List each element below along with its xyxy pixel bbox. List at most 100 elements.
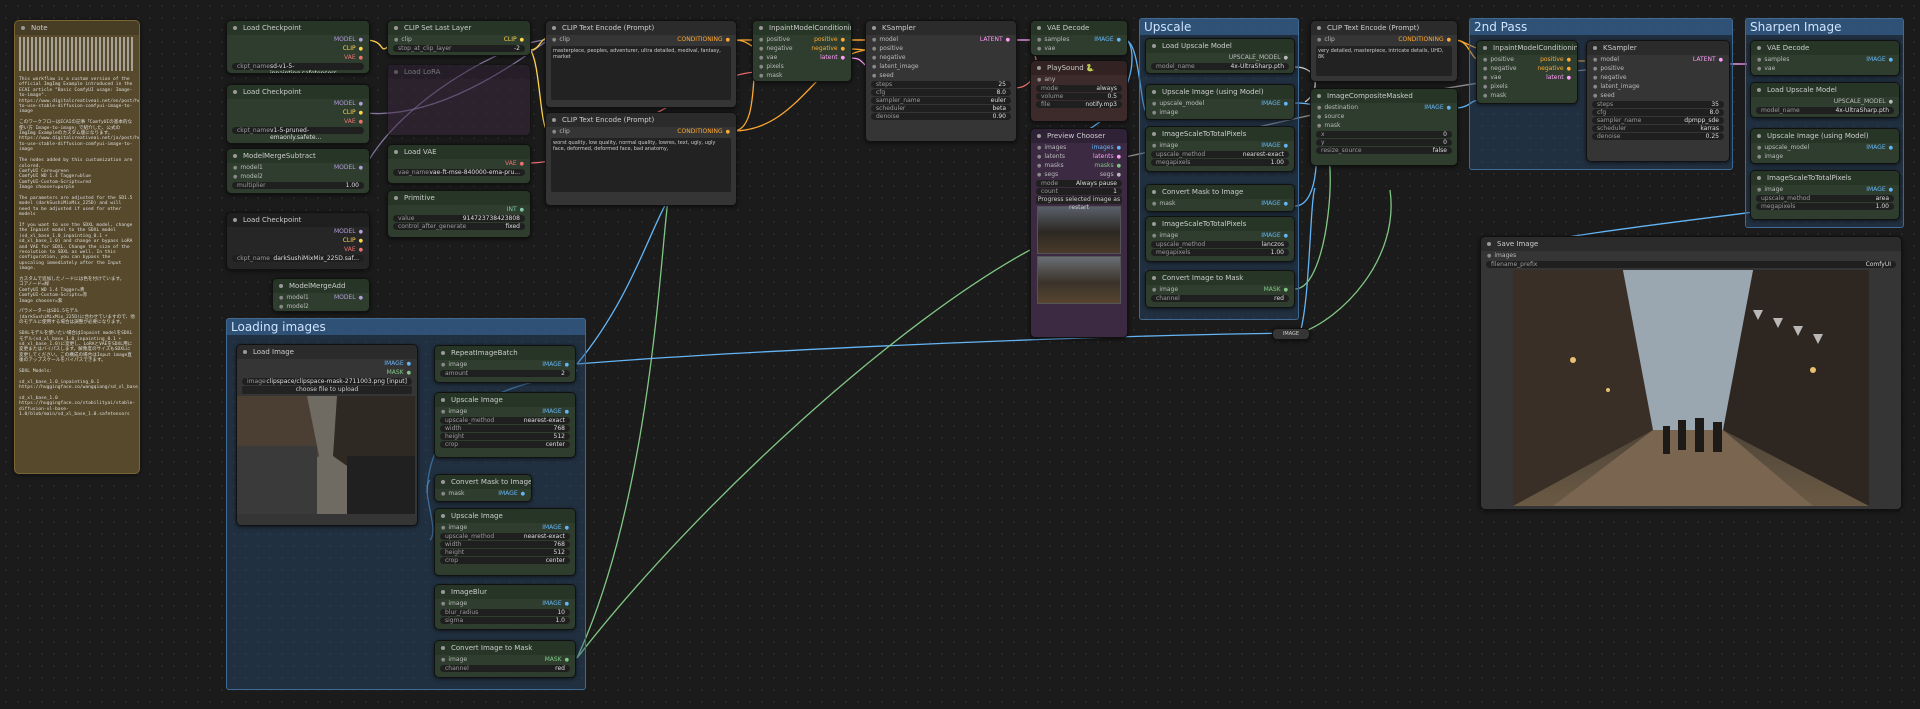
mask-input[interactable]: mask (1483, 91, 1506, 100)
ckpt-name-widget[interactable]: ckpt_name darkSushiMixMix_225D.saf... (232, 255, 364, 262)
preview-chooser-node[interactable]: Preview Chooser images images latents late… (1030, 128, 1128, 338)
load-checkpoint-3-node[interactable]: Load Checkpoint MODEL CLIP VAE ckpt_name… (226, 212, 370, 270)
image-output[interactable]: IMAGE (1261, 99, 1288, 108)
ksampler-2-node[interactable]: KSampler model LATENT positive negative l… (1586, 40, 1730, 162)
value-widget[interactable]: value 914723738423808 (393, 215, 525, 222)
input-image-preview[interactable] (237, 396, 415, 514)
mask-input[interactable]: mask (441, 489, 464, 498)
chooser-mode-widget[interactable]: mode Always pause (1036, 180, 1122, 187)
latent-image-input[interactable]: latent_image (872, 62, 918, 71)
negative-output[interactable]: negative (1537, 64, 1571, 73)
masks-output[interactable]: masks (1094, 161, 1121, 170)
image-input[interactable]: image (1757, 152, 1783, 161)
load-checkpoint-2-node[interactable]: Load Checkpoint MODEL CLIP VAE ckpt_name… (226, 84, 370, 144)
height-widget[interactable]: height 512 (440, 549, 570, 556)
positive-input[interactable]: positive (759, 35, 790, 44)
image-output[interactable]: IMAGE (1261, 141, 1288, 150)
denoise-widget[interactable]: denoise 0.90 (871, 113, 1011, 120)
segs-input[interactable]: segs (1037, 170, 1058, 179)
clip-output[interactable]: CLIP (343, 108, 363, 117)
upscale-image-1-node[interactable]: Upscale Image image IMAGE upscale_methodn… (434, 392, 576, 458)
upscale-model-output[interactable]: UPSCALE_MODEL (1229, 53, 1288, 62)
vae-input[interactable]: vae (1757, 64, 1775, 73)
upscale-method-widget[interactable]: upscale_method nearest-exact (1151, 151, 1289, 158)
megapixels-widget[interactable]: megapixels 1.00 (1151, 249, 1289, 256)
images-output[interactable]: images (1092, 143, 1121, 152)
image-scale-to-total-pixels-3-node[interactable]: ImageScaleToTotalPixels image IMAGE upsca… (1750, 170, 1900, 220)
vae-output[interactable]: VAE (344, 117, 363, 126)
reroute-node[interactable]: IMAGE (1272, 328, 1310, 340)
model-output[interactable]: MODEL (334, 99, 363, 108)
playsound-node[interactable]: PlaySound 🐍 any modealways volume0.5 fil… (1030, 60, 1128, 122)
image-output[interactable]: IMAGE (542, 599, 569, 608)
vae-decode-1-node[interactable]: VAE Decode samples IMAGE vae (1030, 20, 1128, 56)
image-input[interactable]: image (441, 523, 467, 532)
image-input[interactable]: image (1152, 285, 1178, 294)
upscale-method-widget[interactable]: upscale_method area (1756, 195, 1894, 202)
progress-selected-button[interactable]: Progress selected image as restart (1036, 196, 1122, 211)
image-blur-node[interactable]: ImageBlur image IMAGE blur_radius10 sigma… (434, 584, 576, 630)
model-output[interactable]: MODEL (334, 35, 363, 44)
latent-output[interactable]: LATENT (1693, 55, 1723, 64)
vae-name-widget[interactable]: vae_name vae-ft-mse-840000-ema-pru... (393, 169, 525, 176)
vae-output[interactable]: VAE (505, 159, 524, 168)
ckpt-name-widget[interactable]: ckpt_name sd-v1-5-inpainting.safetensors (232, 63, 364, 73)
vae-decode-2-node[interactable]: VAE Decode samples IMAGE vae (1750, 40, 1900, 76)
clip-output[interactable]: CLIP (343, 236, 363, 245)
clip-output[interactable]: CLIP (504, 35, 524, 44)
channel-widget[interactable]: channel red (440, 665, 570, 672)
crop-widget[interactable]: crop center (440, 441, 570, 448)
mask-input[interactable]: mask (759, 71, 782, 80)
conditioning-output[interactable]: CONDITIONING (677, 127, 730, 136)
image-output[interactable]: IMAGE (542, 407, 569, 416)
resize-source-widget[interactable]: resize_source false (1316, 147, 1452, 154)
negative-prompt-textarea[interactable]: worst quality, low quality, normal quali… (551, 138, 731, 192)
mask-input[interactable]: mask (1317, 121, 1340, 130)
channel-widget[interactable]: channel red (1151, 295, 1289, 302)
file-widget[interactable]: file notify.mp3 (1036, 101, 1122, 108)
repeat-image-batch-node[interactable]: RepeatImageBatch image IMAGE amount2 (434, 345, 576, 383)
inpaint-model-conditioning-1-node[interactable]: InpaintModelConditioning positive positiv… (752, 20, 852, 82)
scheduler-widget[interactable]: scheduler karras (1592, 125, 1724, 132)
model-output[interactable]: MODEL (334, 227, 363, 236)
positive-input[interactable]: positive (1483, 55, 1514, 64)
latents-input[interactable]: latents (1037, 152, 1065, 161)
width-widget[interactable]: width 768 (440, 541, 570, 548)
upscale-image-using-model-node[interactable]: Upscale Image (using Model) upscale_mode… (1145, 84, 1295, 120)
image-input[interactable]: image (441, 599, 467, 608)
convert-image-to-mask-1-node[interactable]: Convert Image to Mask image MASK channelr… (1145, 270, 1295, 308)
image-input[interactable]: image (1152, 108, 1178, 117)
upscale-method-widget[interactable]: upscale_method nearest-exact (440, 533, 570, 540)
latent-output[interactable]: latent (820, 53, 845, 62)
vae-output[interactable]: VAE (344, 245, 363, 254)
samples-input[interactable]: samples (1037, 35, 1069, 44)
segs-output[interactable]: segs (1100, 170, 1121, 179)
seed-input[interactable]: seed (1593, 91, 1614, 100)
positive-input[interactable]: positive (872, 44, 903, 53)
upscale-method-widget[interactable]: upscale_method lanczos (1151, 241, 1289, 248)
image-input[interactable]: image (441, 407, 467, 416)
model-merge-add-node[interactable]: ModelMergeAdd model1 MODEL model2 (272, 278, 370, 312)
mask-output[interactable]: MASK (545, 655, 569, 664)
images-input[interactable]: images (1487, 251, 1516, 260)
vae-input[interactable]: vae (759, 53, 777, 62)
save-image-node[interactable]: Save Image images filename_prefixComfyUI (1480, 236, 1902, 510)
blur-radius-widget[interactable]: blur_radius 10 (440, 609, 570, 616)
load-vae-node[interactable]: Load VAE VAE vae_namevae-ft-mse-840000-e… (387, 144, 531, 184)
control-after-generate-widget[interactable]: control_after_generate fixed (393, 223, 525, 230)
latent-image-input[interactable]: latent_image (1593, 82, 1639, 91)
seed-input[interactable]: seed (872, 71, 893, 80)
filename-prefix-widget[interactable]: filename_prefix ComfyUI (1486, 261, 1896, 268)
conditioning-output[interactable]: CONDITIONING (1398, 35, 1451, 44)
note-node[interactable]: Note This workflow is a custom version o… (14, 20, 140, 474)
preview-thumbnail-1[interactable] (1037, 206, 1121, 254)
any-input[interactable]: any (1037, 75, 1055, 84)
saved-image-preview[interactable] (1513, 270, 1869, 506)
clip-input[interactable]: clip (394, 35, 411, 44)
load-upscale-model-node[interactable]: Load Upscale Model UPSCALE_MODEL model_n… (1145, 38, 1295, 74)
load-lora-node-bypassed[interactable]: Load LoRA (387, 64, 531, 136)
vae-input[interactable]: vae (1037, 44, 1055, 53)
destination-input[interactable]: destination (1317, 103, 1358, 112)
masks-input[interactable]: masks (1037, 161, 1063, 170)
image-output[interactable]: IMAGE (498, 489, 525, 498)
